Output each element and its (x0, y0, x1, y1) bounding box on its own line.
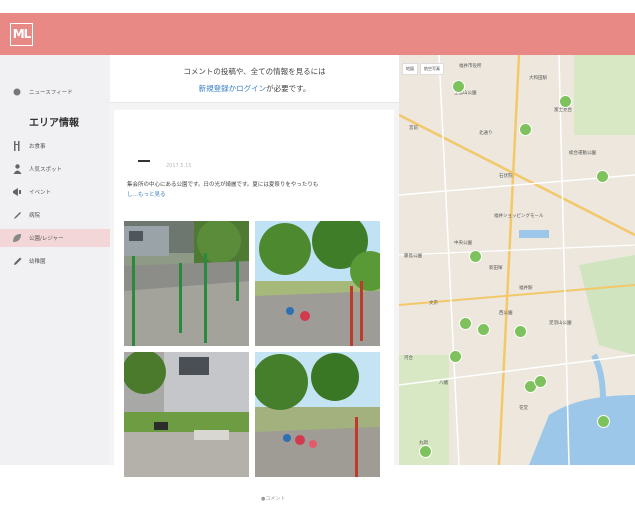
park-pin[interactable] (469, 250, 482, 263)
map-label: 大和田駅 (529, 76, 547, 81)
sidebar-item-parks[interactable]: 公園/レジャー (0, 229, 110, 247)
park-photo-1[interactable] (124, 221, 249, 346)
map-label: 福井市役所 (459, 64, 482, 69)
app-logo[interactable]: ML (10, 23, 33, 46)
map-label: 富士見台 (554, 108, 572, 113)
map-type-tabs: 地図 航空写真 (402, 63, 444, 75)
sidebar-item-label: 人気スポット (29, 167, 63, 173)
map-label: 文京 (429, 301, 438, 306)
map-label: 中央公園 (454, 241, 472, 246)
park-photo-2[interactable] (255, 221, 380, 346)
sidebar-item-hospital[interactable]: 病院 (0, 206, 110, 224)
leaf-icon (11, 233, 23, 243)
sidebar-item-label: イベント (29, 190, 52, 196)
map-tab-map[interactable]: 地図 (402, 63, 418, 75)
post-description-text: 集会所の中心にある公園です。日の光が綺麗です。夏には夏祭りをやったりも (127, 182, 319, 188)
sidebar-item-label: 公園/レジャー (29, 236, 64, 242)
map-label: 石伏院 (499, 174, 513, 179)
sidebar-item-dining[interactable]: お食事 (0, 137, 110, 155)
person-icon (11, 164, 23, 174)
park-pin[interactable] (514, 325, 527, 338)
pencil-icon (11, 257, 23, 266)
map-label: 宮前 (409, 126, 418, 131)
comment-label: コメント (265, 496, 286, 502)
login-notice: コメントの投稿や、全ての情報を見るには 新規登録かログインが必要です。 (110, 55, 399, 103)
sidebar-item-label: 病院 (29, 213, 41, 219)
sidebar-item-events[interactable]: イベント (0, 183, 110, 201)
park-pin[interactable] (477, 323, 490, 336)
map-label: 花堂 (519, 406, 528, 411)
circle-icon (11, 88, 23, 96)
map-label: 八幡 (439, 381, 448, 386)
park-pin[interactable] (419, 445, 432, 458)
signup-login-link[interactable]: 新規登録かログイン (199, 84, 267, 93)
megaphone-icon (11, 187, 23, 197)
map-label: 北通り (479, 131, 493, 136)
park-pin[interactable] (452, 80, 465, 93)
park-pin[interactable] (596, 170, 609, 183)
park-pin[interactable] (597, 415, 610, 428)
map-label: 西公園 (499, 311, 513, 316)
notice-line-1: コメントの投稿や、全ての情報を見るには (183, 67, 326, 76)
sidebar-section-title: エリア情報 (29, 118, 79, 129)
post-date: 2017.5.15 (166, 163, 192, 169)
feed-column: コメントの投稿や、全ての情報を見るには 新規登録かログインが必要です。 2017… (110, 55, 399, 505)
map-label: 新田塚 (489, 266, 503, 271)
post-description: 集会所の中心にある公園です。日の光が綺麗です。夏には夏祭りをやったりも し…もっと… (127, 180, 391, 200)
dining-icon (11, 141, 23, 151)
map-label: 足羽山公園 (549, 321, 572, 326)
map-tab-satellite[interactable]: 航空写真 (420, 63, 444, 75)
map-canvas (399, 55, 635, 465)
park-pin[interactable] (449, 350, 462, 363)
area-map[interactable]: 地図 航空写真 福井市役所 上島山公園 大和田駅 富士見台 宮前 北通り 総合運… (399, 55, 635, 465)
read-more-link[interactable]: し…もっと見る (127, 192, 166, 198)
map-label: 福井ショッピングモール (494, 214, 544, 219)
map-label: 河合 (404, 356, 413, 361)
notice-suffix: が必要です。 (266, 84, 311, 93)
pen-icon (11, 211, 23, 220)
app-header (0, 13, 635, 55)
post-divider (138, 160, 150, 162)
park-pin[interactable] (459, 317, 472, 330)
comment-button[interactable]: ●コメント (261, 495, 285, 502)
sidebar-item-kindergarten[interactable]: 幼稚園 (0, 252, 110, 270)
map-label: 総合運動公園 (569, 151, 596, 156)
sidebar-item-label: 幼稚園 (29, 259, 46, 265)
sidebar-item-label: ニュースフィード (29, 90, 73, 96)
sidebar-item-label: お食事 (29, 144, 46, 150)
park-photo-4[interactable] (255, 352, 380, 477)
sidebar-item-spots[interactable]: 人気スポット (0, 160, 110, 178)
sidebar-item-news-feed[interactable]: ニュースフィード (0, 83, 110, 101)
map-label: 藤島公園 (404, 254, 422, 259)
park-photo-3[interactable] (124, 352, 249, 477)
map-label: 福井駅 (519, 286, 533, 291)
notice-line-2: 新規登録かログインが必要です。 (110, 83, 399, 94)
park-pin[interactable] (519, 123, 532, 136)
post-card: 2017.5.15 集会所の中心にある公園です。日の光が綺麗です。夏には夏祭りを… (114, 110, 394, 505)
park-pin[interactable] (534, 375, 547, 388)
park-pin[interactable] (559, 95, 572, 108)
